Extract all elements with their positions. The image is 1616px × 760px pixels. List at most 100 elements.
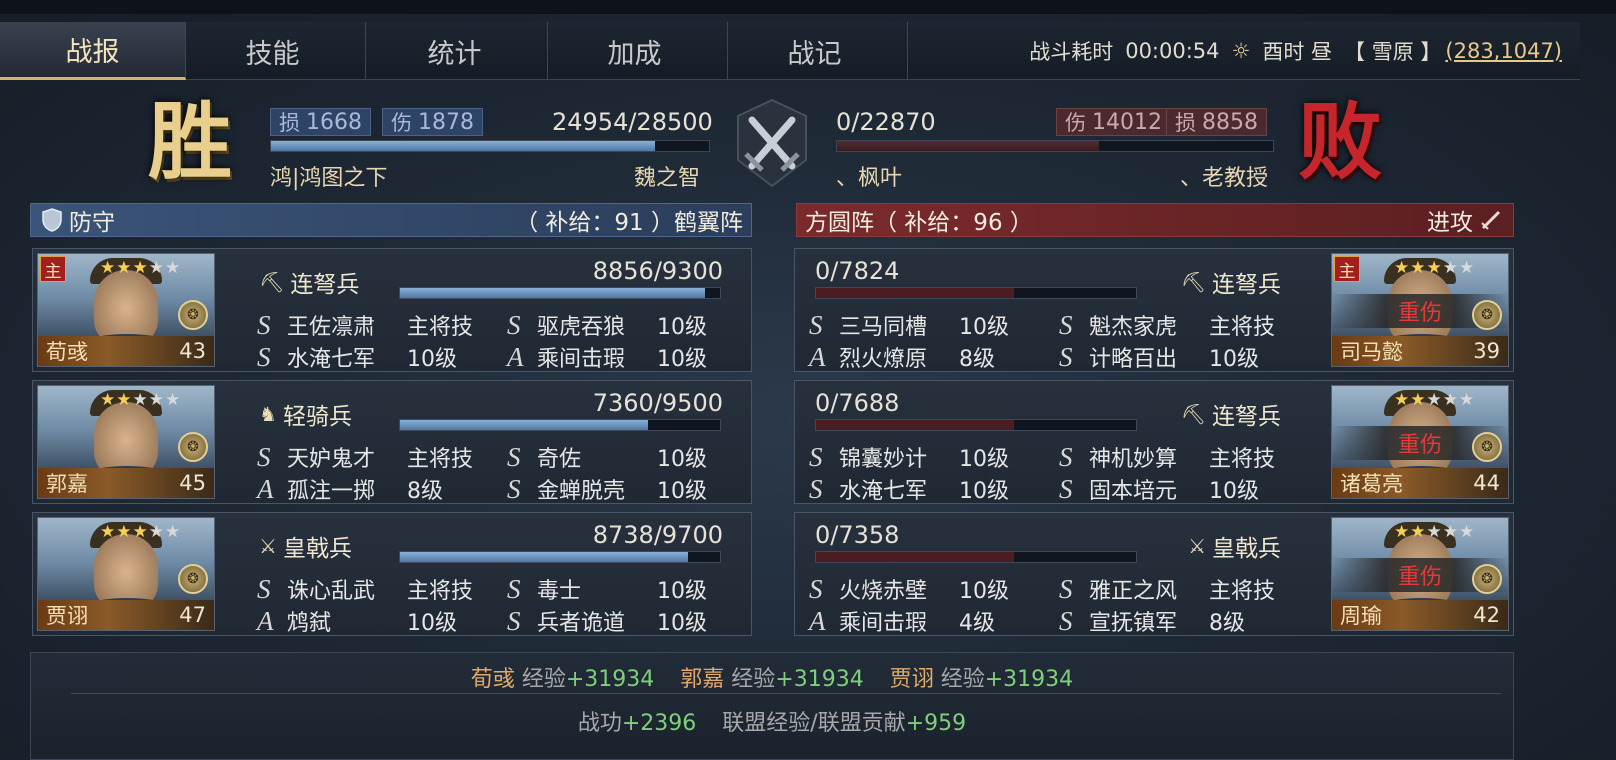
- skill-entry[interactable]: A 鸩弑 10级: [257, 605, 457, 637]
- camp-seal-icon: ❂: [1472, 300, 1502, 330]
- general-namebar: 司马懿 39: [1332, 336, 1508, 366]
- skill-name: 兵者诡道: [537, 611, 626, 636]
- skill-entry[interactable]: S 金蝉脱壳 10级: [507, 473, 707, 505]
- skill-entry[interactable]: S 计略百出 10级: [1059, 341, 1259, 373]
- general-portrait[interactable]: ★★★★★ 主 ❂ 荀彧 43: [37, 253, 215, 367]
- right-damage-box: 伤 14012: [1056, 108, 1171, 136]
- unit-type: ♞ 轻骑兵: [259, 402, 352, 430]
- general-portrait[interactable]: ★★★★★ 重伤 ❂ 诸葛亮 44: [1331, 385, 1509, 499]
- skill-entry[interactable]: A 乘间击瑕 4级: [809, 605, 995, 637]
- skill-entry[interactable]: A 乘间击瑕 10级: [507, 341, 707, 373]
- crossbow-icon: ⛏: [1180, 270, 1206, 294]
- skill-level: 10级: [959, 579, 1009, 604]
- skill-name: 计略百出: [1089, 347, 1178, 372]
- skill-entry[interactable]: S 王佐凛肃 主将技: [257, 309, 473, 341]
- unit-type: ⛏ 连弩兵: [1180, 270, 1281, 298]
- general-card[interactable]: ★★★★★ 主 重伤 ❂ 司马懿 39 ⛏ 连弩兵 0/7824 S 三马同槽 …: [794, 248, 1514, 372]
- left-loss-value: 1668: [306, 109, 362, 135]
- star-rating: ★★★★★: [1394, 258, 1476, 278]
- skill-entry[interactable]: S 兵者诡道 10级: [507, 605, 707, 637]
- general-name: 周瑜: [1340, 604, 1382, 628]
- merit-entry: 战功+2396: [577, 711, 697, 736]
- camp-seal-icon: ❂: [1472, 564, 1502, 594]
- unit-troops: 8738/9700: [592, 521, 723, 549]
- skill-entry[interactable]: S 雅正之风 主将技: [1059, 573, 1275, 605]
- unit-troop-fill: [400, 552, 689, 562]
- skill-entry[interactable]: S 奇佐 10级: [507, 441, 707, 473]
- tab-battle-report[interactable]: 战报: [0, 22, 186, 80]
- general-level: 47: [179, 603, 206, 627]
- skill-entry[interactable]: S 毒士 10级: [507, 573, 707, 605]
- general-portrait[interactable]: ★★★★★ ❂ 郭嘉 45: [37, 385, 215, 499]
- sun-icon: ☼: [1231, 39, 1251, 63]
- skill-grade: S: [1059, 573, 1073, 604]
- tab-bonus[interactable]: 加成: [542, 22, 728, 80]
- duration-label: 战斗耗时: [1029, 40, 1114, 64]
- skill-name: 奇佐: [537, 447, 582, 472]
- skill-entry[interactable]: S 三马同槽 10级: [809, 309, 1009, 341]
- skill-grade: S: [507, 309, 521, 340]
- victory-mark: 胜: [148, 92, 233, 191]
- skill-entry[interactable]: S 天妒鬼才 主将技: [257, 441, 473, 473]
- skill-grade: S: [809, 309, 823, 340]
- unit-troops: 7360/9500: [592, 389, 723, 417]
- tab-battle-log[interactable]: 战记: [722, 22, 908, 80]
- skill-entry[interactable]: S 水淹七军 10级: [809, 473, 1009, 505]
- skill-entry[interactable]: S 宣抚镇军 8级: [1059, 605, 1245, 637]
- skill-entry[interactable]: S 火烧赤壁 10级: [809, 573, 1009, 605]
- general-namebar: 荀彧 43: [38, 336, 214, 366]
- stance-label: 防守: [69, 210, 115, 236]
- skill-grade: A: [257, 605, 274, 636]
- general-card[interactable]: ★★★★★ ❂ 贾诩 47 ⚔ 皇戟兵 8738/9700 S 诛心乱武 主将技…: [32, 512, 752, 636]
- terrain: 【 雪原 】: [1344, 40, 1442, 64]
- horse-icon: ♞: [259, 402, 277, 426]
- skill-entry[interactable]: S 诛心乱武 主将技: [257, 573, 473, 605]
- general-name: 诸葛亮: [1340, 472, 1403, 496]
- tab-statistics[interactable]: 统计: [362, 22, 548, 80]
- right-player: 、老教授: [1180, 166, 1269, 191]
- skill-name: 锦囊妙计: [839, 447, 928, 472]
- coordinates-link[interactable]: (283,1047): [1445, 39, 1562, 63]
- left-total-troop-bar: [270, 140, 710, 152]
- skill-entry[interactable]: S 神机妙算 主将技: [1059, 441, 1275, 473]
- unit-troops: 0/7688: [815, 389, 900, 417]
- shield-icon: [42, 208, 62, 232]
- time-of-day: 酉时 昼: [1262, 40, 1333, 64]
- general-name: 荀彧: [46, 340, 88, 364]
- general-portrait[interactable]: ★★★★★ ❂ 贾诩 47: [37, 517, 215, 631]
- skill-entry[interactable]: A 孤注一掷 8级: [257, 473, 443, 505]
- right-loss-value: 8858: [1202, 109, 1258, 135]
- skill-level: 10级: [407, 347, 457, 372]
- skill-entry[interactable]: S 水淹七军 10级: [257, 341, 457, 373]
- unit-troop-bar: [815, 551, 1137, 563]
- star-rating: ★★★★★: [100, 390, 182, 410]
- skill-entry[interactable]: S 锦囊妙计 10级: [809, 441, 1009, 473]
- general-card[interactable]: ★★★★★ 主 ❂ 荀彧 43 ⛏ 连弩兵 8856/9300 S 王佐凛肃 主…: [32, 248, 752, 372]
- skill-grade: S: [507, 441, 521, 472]
- skill-level: 主将技: [407, 579, 474, 604]
- right-damage-value: 14012: [1092, 109, 1162, 135]
- general-portrait[interactable]: ★★★★★ 重伤 ❂ 周瑜 42: [1331, 517, 1509, 631]
- general-portrait[interactable]: ★★★★★ 主 重伤 ❂ 司马懿 39: [1331, 253, 1509, 367]
- skill-grade: S: [809, 573, 823, 604]
- skill-name: 金蝉脱壳: [537, 479, 626, 504]
- duration-value: 00:00:54: [1125, 39, 1220, 63]
- star-rating: ★★★★★: [1394, 522, 1476, 542]
- skill-grade: S: [1059, 605, 1073, 636]
- skill-level: 10级: [657, 479, 707, 504]
- general-card[interactable]: ★★★★★ 重伤 ❂ 周瑜 42 ⚔ 皇戟兵 0/7358 S 火烧赤壁 10级…: [794, 512, 1514, 636]
- general-card[interactable]: ★★★★★ ❂ 郭嘉 45 ♞ 轻骑兵 7360/9500 S 天妒鬼才 主将技…: [32, 380, 752, 504]
- skill-entry[interactable]: S 魁杰家虎 主将技: [1059, 309, 1275, 341]
- skill-grade: S: [809, 441, 823, 472]
- skill-entry[interactable]: S 驱虎吞狼 10级: [507, 309, 707, 341]
- general-name: 贾诩: [46, 604, 88, 628]
- skill-name: 乘间击瑕: [537, 347, 626, 372]
- left-player: 魏之智: [634, 166, 701, 191]
- damage-label: 伤: [1065, 111, 1086, 135]
- skill-level: 10级: [959, 315, 1009, 340]
- general-card[interactable]: ★★★★★ 重伤 ❂ 诸葛亮 44 ⛏ 连弩兵 0/7688 S 锦囊妙计 10…: [794, 380, 1514, 504]
- skill-entry[interactable]: S 固本培元 10级: [1059, 473, 1259, 505]
- tab-skills[interactable]: 技能: [180, 22, 366, 80]
- skill-entry[interactable]: A 烈火燎原 8级: [809, 341, 995, 373]
- skill-level: 10级: [657, 315, 707, 340]
